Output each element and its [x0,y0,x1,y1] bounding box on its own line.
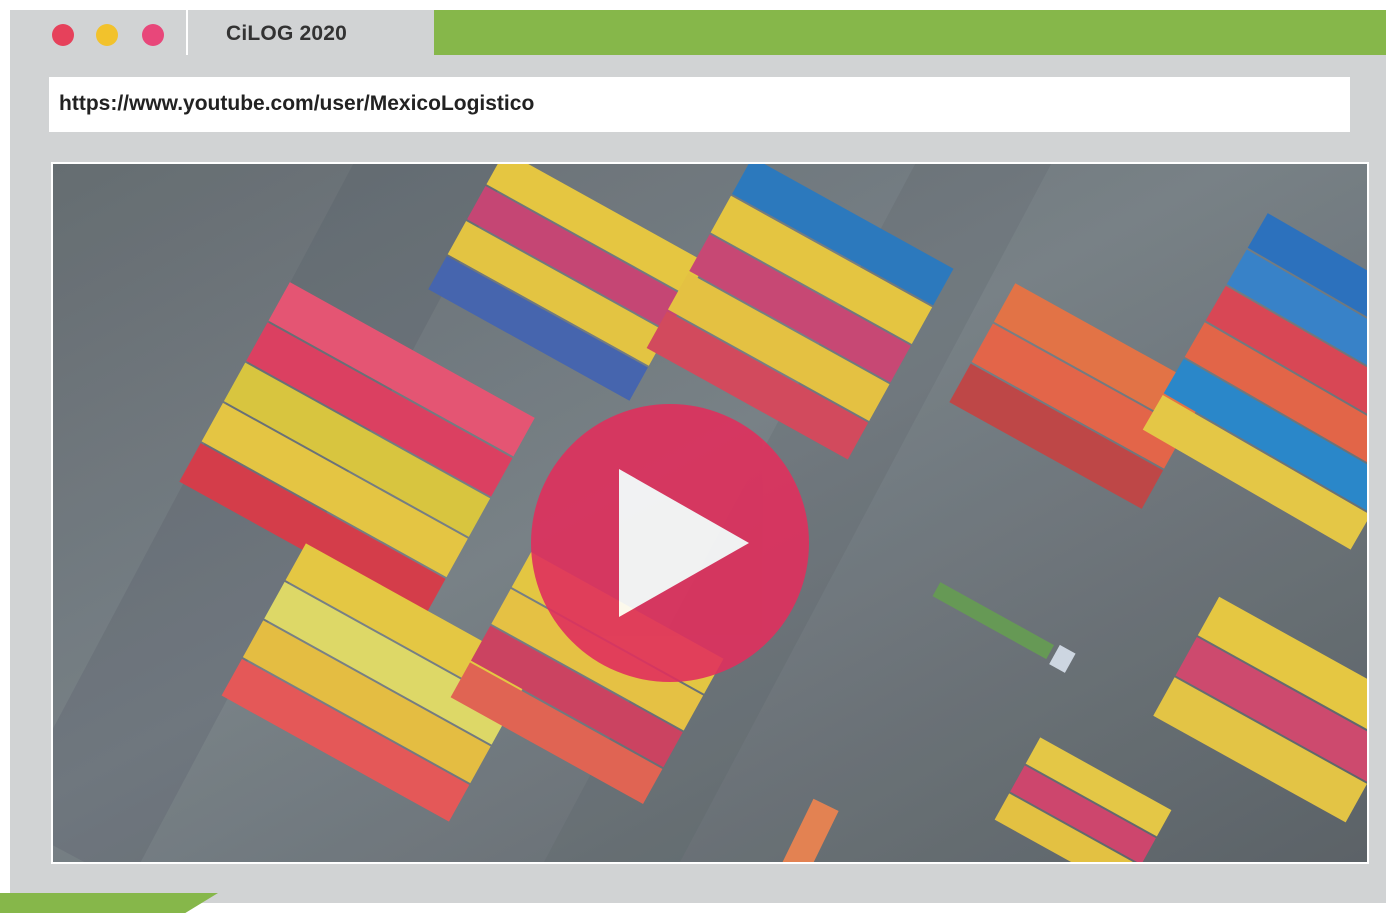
bottom-accent [0,893,218,913]
red-dot-icon[interactable] [52,24,74,46]
video-player[interactable] [51,162,1369,864]
pink-dot-icon[interactable] [142,24,164,46]
tab-title: CiLOG 2020 [226,22,348,45]
yellow-dot-icon[interactable] [96,24,118,46]
browser-window: CiLOG 2020 https://www.youtube.com/user/… [10,10,1386,903]
address-url: https://www.youtube.com/user/MexicoLogis… [59,92,535,115]
address-bar[interactable]: https://www.youtube.com/user/MexicoLogis… [49,77,1350,132]
play-button[interactable] [531,404,809,682]
top-bar: CiLOG 2020 [10,10,1386,55]
tab-cilog-2020[interactable]: CiLOG 2020 [186,10,434,55]
tab-strip: CiLOG 2020 [10,10,434,55]
play-icon [619,469,749,617]
